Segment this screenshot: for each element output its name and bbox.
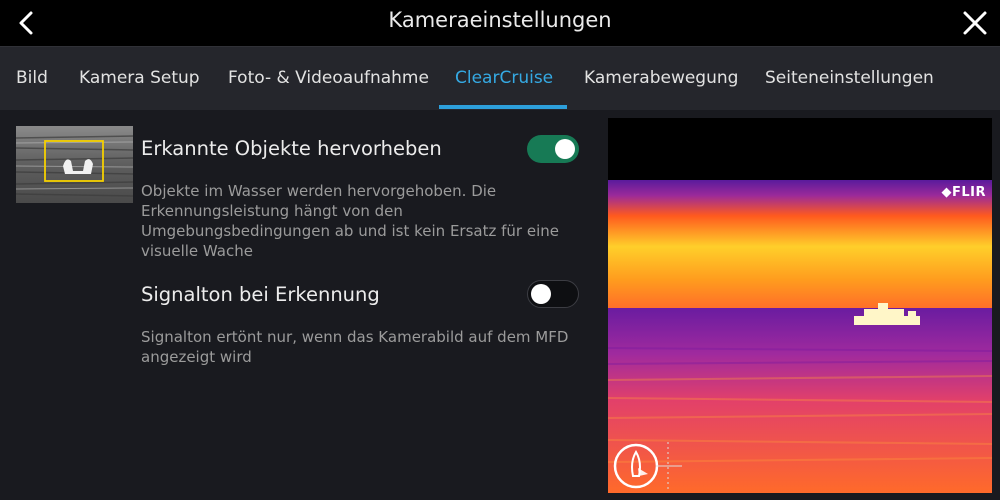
tab-kamerabewegung[interactable]: Kamerabewegung — [584, 47, 738, 110]
toggle-knob — [555, 139, 575, 159]
thermal-image — [608, 118, 992, 493]
thermal-camera-preview[interactable]: ◆FLIR — [608, 118, 992, 493]
tab-bild[interactable]: Bild — [16, 47, 48, 110]
detection-alarm-label: Signalton bei Erkennung — [141, 283, 380, 306]
toggle-knob — [531, 284, 551, 304]
tab-seiteneinstellungen[interactable]: Seiteneinstellungen — [765, 47, 934, 110]
detection-alarm-toggle[interactable] — [527, 280, 579, 308]
title-bar: Kameraeinstellungen — [0, 0, 1000, 46]
highlight-objects-toggle[interactable] — [527, 135, 579, 163]
tab-kamera-setup[interactable]: Kamera Setup — [79, 47, 200, 110]
tab-clearcruise[interactable]: ClearCruise — [455, 47, 553, 110]
tab-foto-videoaufnahme[interactable]: Foto- & Videoaufnahme — [228, 47, 429, 110]
camera-heading-indicator-icon — [613, 442, 682, 490]
highlight-objects-label: Erkannte Objekte hervorheben — [141, 137, 442, 160]
page-title: Kameraeinstellungen — [388, 8, 612, 32]
active-tab-indicator — [439, 105, 567, 109]
close-icon[interactable] — [958, 6, 992, 40]
highlight-objects-description: Objekte im Wasser werden hervorgehoben. … — [141, 182, 559, 260]
detection-example-thumbnail — [16, 126, 133, 203]
flir-logo: ◆FLIR — [941, 185, 986, 200]
detection-alarm-description: Signalton ertönt nur, wenn das Kamerabil… — [141, 328, 569, 366]
tab-bar: Bild Kamera Setup Foto- & Videoaufnahme … — [0, 46, 1000, 110]
